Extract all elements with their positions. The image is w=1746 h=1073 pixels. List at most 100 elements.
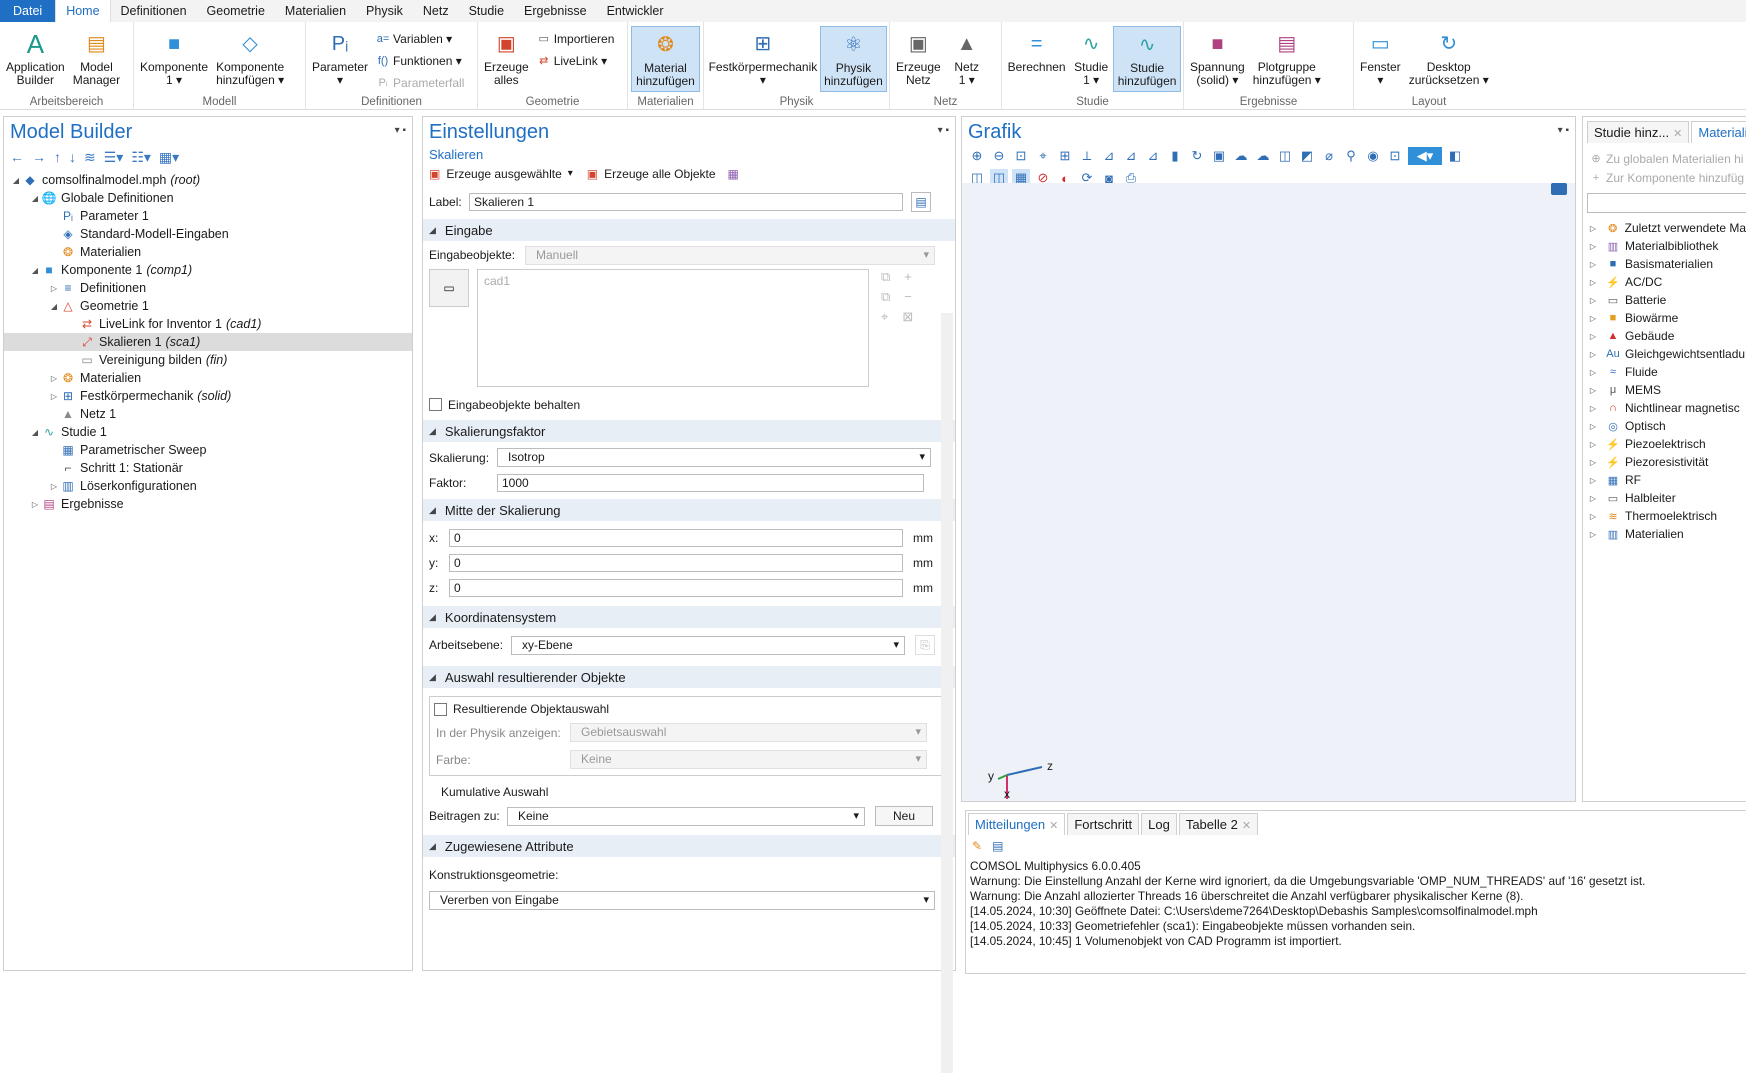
application-builder-button[interactable]: A Application Builder <box>2 26 69 92</box>
material-search-input[interactable] <box>1587 193 1746 213</box>
tree-node[interactable]: ▷ ▤ Ergebnisse <box>4 495 412 513</box>
plotgruppe-button[interactable]: ▤ Plotgruppe hinzufügen ▾ <box>1249 26 1325 92</box>
komponente-hinzufuegen-button[interactable]: ◇ Komponente hinzufügen ▾ <box>212 26 288 92</box>
res-auswahl-checkbox[interactable] <box>434 702 447 716</box>
menu-2[interactable]: Definitionen <box>111 0 197 22</box>
wireframe-icon[interactable]: ⌀ <box>1320 147 1338 165</box>
erzeuge-alles-button[interactable]: ▣ Erzeuge alles <box>480 26 533 92</box>
tree-node[interactable]: ◢ ◆ comsolfinalmodel.mph (root) <box>4 171 412 189</box>
x-input[interactable]: 0 <box>449 528 903 547</box>
menu-7[interactable]: Studie <box>459 0 514 22</box>
material-item[interactable]: ▷ ▥ Materialbibliothek <box>1583 237 1746 255</box>
material-item[interactable]: ▷ ▲ Gebäude <box>1583 327 1746 345</box>
material-item[interactable]: ▷ ▭ Batterie <box>1583 291 1746 309</box>
expand-toggle-icon[interactable]: ◢ <box>48 302 60 311</box>
expand-toggle-icon[interactable]: ▷ <box>1583 422 1597 431</box>
parameter-button[interactable]: Pᵢ Parameter ▾ <box>308 26 372 92</box>
pin-icon[interactable]: ▾ ▪ <box>1558 125 1569 136</box>
input-objects-list[interactable]: cad1 <box>477 269 869 387</box>
material-item[interactable]: ▷ ∩ Nichtlinear magnetisc <box>1583 399 1746 417</box>
up-icon[interactable]: ↑ <box>54 149 61 165</box>
material-item[interactable]: ▷ ▭ Halbleiter <box>1583 489 1746 507</box>
skalierung-select[interactable]: Isotrop <box>497 448 931 467</box>
section-auswahl[interactable]: ◢ Auswahl resultierender Objekte <box>423 666 955 688</box>
select-icon[interactable]: ▣ <box>1210 147 1228 165</box>
physik-anzeigen-select[interactable]: Gebietsauswahl <box>570 723 927 742</box>
tree-node[interactable]: ▷ ▥ Löserkonfigurationen <box>4 477 412 495</box>
tree-node[interactable]: ⤢ Skalieren 1 (sca1) <box>4 333 412 351</box>
graphics-canvas[interactable]: z y x <box>962 183 1575 801</box>
render-icon[interactable]: ☁ <box>1254 147 1272 165</box>
message-log-icon[interactable]: ▤ <box>992 839 1003 853</box>
expand-toggle-icon[interactable]: ◢ <box>10 176 22 185</box>
menu-9[interactable]: Entwickler <box>597 0 674 22</box>
tree-node[interactable]: ❂ Materialien <box>4 243 412 261</box>
menu-3[interactable]: Geometrie <box>197 0 275 22</box>
tree-node[interactable]: ▷ ⊞ Festkörpermechanik (solid) <box>4 387 412 405</box>
view-badge-icon[interactable] <box>1551 183 1567 195</box>
tab-materialien[interactable]: Materiali <box>1691 121 1746 143</box>
material-hinzufuegen-button[interactable]: ❂ Material hinzufügen <box>631 26 700 92</box>
tree-node[interactable]: ▦ Parametrischer Sweep <box>4 441 412 459</box>
back-icon[interactable]: ← <box>10 149 24 165</box>
erzeuge-netz-button[interactable]: ▣ Erzeuge Netz <box>892 26 945 92</box>
section-koordinaten[interactable]: ◢ Koordinatensystem <box>423 606 955 628</box>
funktionen-button[interactable]: f() Funktionen ▾ <box>376 51 464 70</box>
pin-icon[interactable]: ▾ ▪ <box>395 125 406 136</box>
reset-hiding-icon[interactable]: ⚲ <box>1342 147 1360 165</box>
zoom-in-icon[interactable]: ⊕ <box>968 147 986 165</box>
hide-icon[interactable]: ☁ <box>1232 147 1250 165</box>
tab-message-0[interactable]: Mitteilungen ✕ <box>968 813 1066 835</box>
behalten-checkbox[interactable] <box>429 398 442 411</box>
komponente-button[interactable]: ■ Komponente 1 ▾ <box>136 26 212 92</box>
livelink-button[interactable]: ⇄ LiveLink ▾ <box>537 51 615 70</box>
select-mode-icon[interactable]: ◀▾ <box>1408 147 1442 165</box>
view-3d-icon[interactable]: ▮ <box>1166 147 1184 165</box>
expand-toggle-icon[interactable]: ▷ <box>1583 350 1597 359</box>
material-item[interactable]: ▷ ◎ Optisch <box>1583 417 1746 435</box>
tree-node[interactable]: ▷ ❂ Materialien <box>4 369 412 387</box>
importieren-button[interactable]: ▭ Importieren <box>537 29 615 48</box>
menu-1[interactable]: Home <box>55 0 111 22</box>
forward-icon[interactable]: → <box>32 149 46 165</box>
add-global-button[interactable]: ⊕ Zu globalen Materialien hi <box>1583 149 1746 168</box>
eingabeobjekte-select[interactable]: Manuell <box>525 245 935 265</box>
expand-toggle-icon[interactable]: ▷ <box>1583 296 1597 305</box>
tree-node[interactable]: ◈ Standard-Modell-Eingaben <box>4 225 412 243</box>
view-icon[interactable]: ▦▾ <box>159 149 179 166</box>
build-selected-button[interactable]: Erzeuge ausgewählte <box>446 167 561 181</box>
pin-icon[interactable]: ▾ ▪ <box>938 125 949 136</box>
tab-message-3[interactable]: Tabelle 2 ✕ <box>1178 813 1259 835</box>
expand-toggle-icon[interactable]: ▷ <box>48 392 60 401</box>
zoom-selected-icon[interactable]: ⌖ <box>1034 147 1052 165</box>
expand-toggle-icon[interactable]: ▷ <box>1583 494 1597 503</box>
studie-hinzufuegen-button[interactable]: ∿ Studie hinzufügen <box>1113 26 1181 92</box>
tree-node[interactable]: ▷ ≡ Definitionen <box>4 279 412 297</box>
expand-toggle-icon[interactable]: ▷ <box>1583 278 1597 287</box>
menu-8[interactable]: Ergebnisse <box>514 0 597 22</box>
expand-toggle-icon[interactable]: ▷ <box>1583 440 1597 449</box>
expand-toggle-icon[interactable]: ▷ <box>1583 332 1597 341</box>
expand-toggle-icon[interactable]: ▷ <box>1583 314 1597 323</box>
spannung-button[interactable]: ■ Spannung (solid) ▾ <box>1186 26 1249 92</box>
tree-node[interactable]: ◢ ■ Komponente 1 (comp1) <box>4 261 412 279</box>
view-xy-icon[interactable]: ⊿ <box>1100 147 1118 165</box>
expand-toggle-icon[interactable]: ▷ <box>1583 476 1597 485</box>
list-item[interactable]: cad1 <box>484 274 510 288</box>
view-yz-icon[interactable]: ⊿ <box>1122 147 1140 165</box>
expand-toggle-icon[interactable]: ▷ <box>1583 224 1597 233</box>
tree-node[interactable]: ◢ 🌐 Globale Definitionen <box>4 189 412 207</box>
desktop-button[interactable]: ↻ Desktop zurücksetzen ▾ <box>1405 26 1493 92</box>
view-zx-icon[interactable]: ⊿ <box>1144 147 1162 165</box>
physik-hinzufuegen-button[interactable]: ⚛ Physik hinzufügen <box>819 26 887 92</box>
expand-toggle-icon[interactable]: ▷ <box>1583 404 1597 413</box>
label-input[interactable]: Skalieren 1 <box>469 193 903 211</box>
section-skalierungsfaktor[interactable]: ◢ Skalierungsfaktor <box>423 420 955 442</box>
down-icon[interactable]: ↓ <box>69 149 76 165</box>
netz1-button[interactable]: ▲ Netz 1 ▾ <box>945 26 989 92</box>
zoom-out-icon[interactable]: ⊖ <box>990 147 1008 165</box>
berechnen-button[interactable]: = Berechnen <box>1004 26 1069 92</box>
expand-toggle-icon[interactable]: ▷ <box>1583 512 1597 521</box>
y-input[interactable]: 0 <box>449 553 903 572</box>
section-mitte[interactable]: ◢ Mitte der Skalierung <box>423 499 955 521</box>
